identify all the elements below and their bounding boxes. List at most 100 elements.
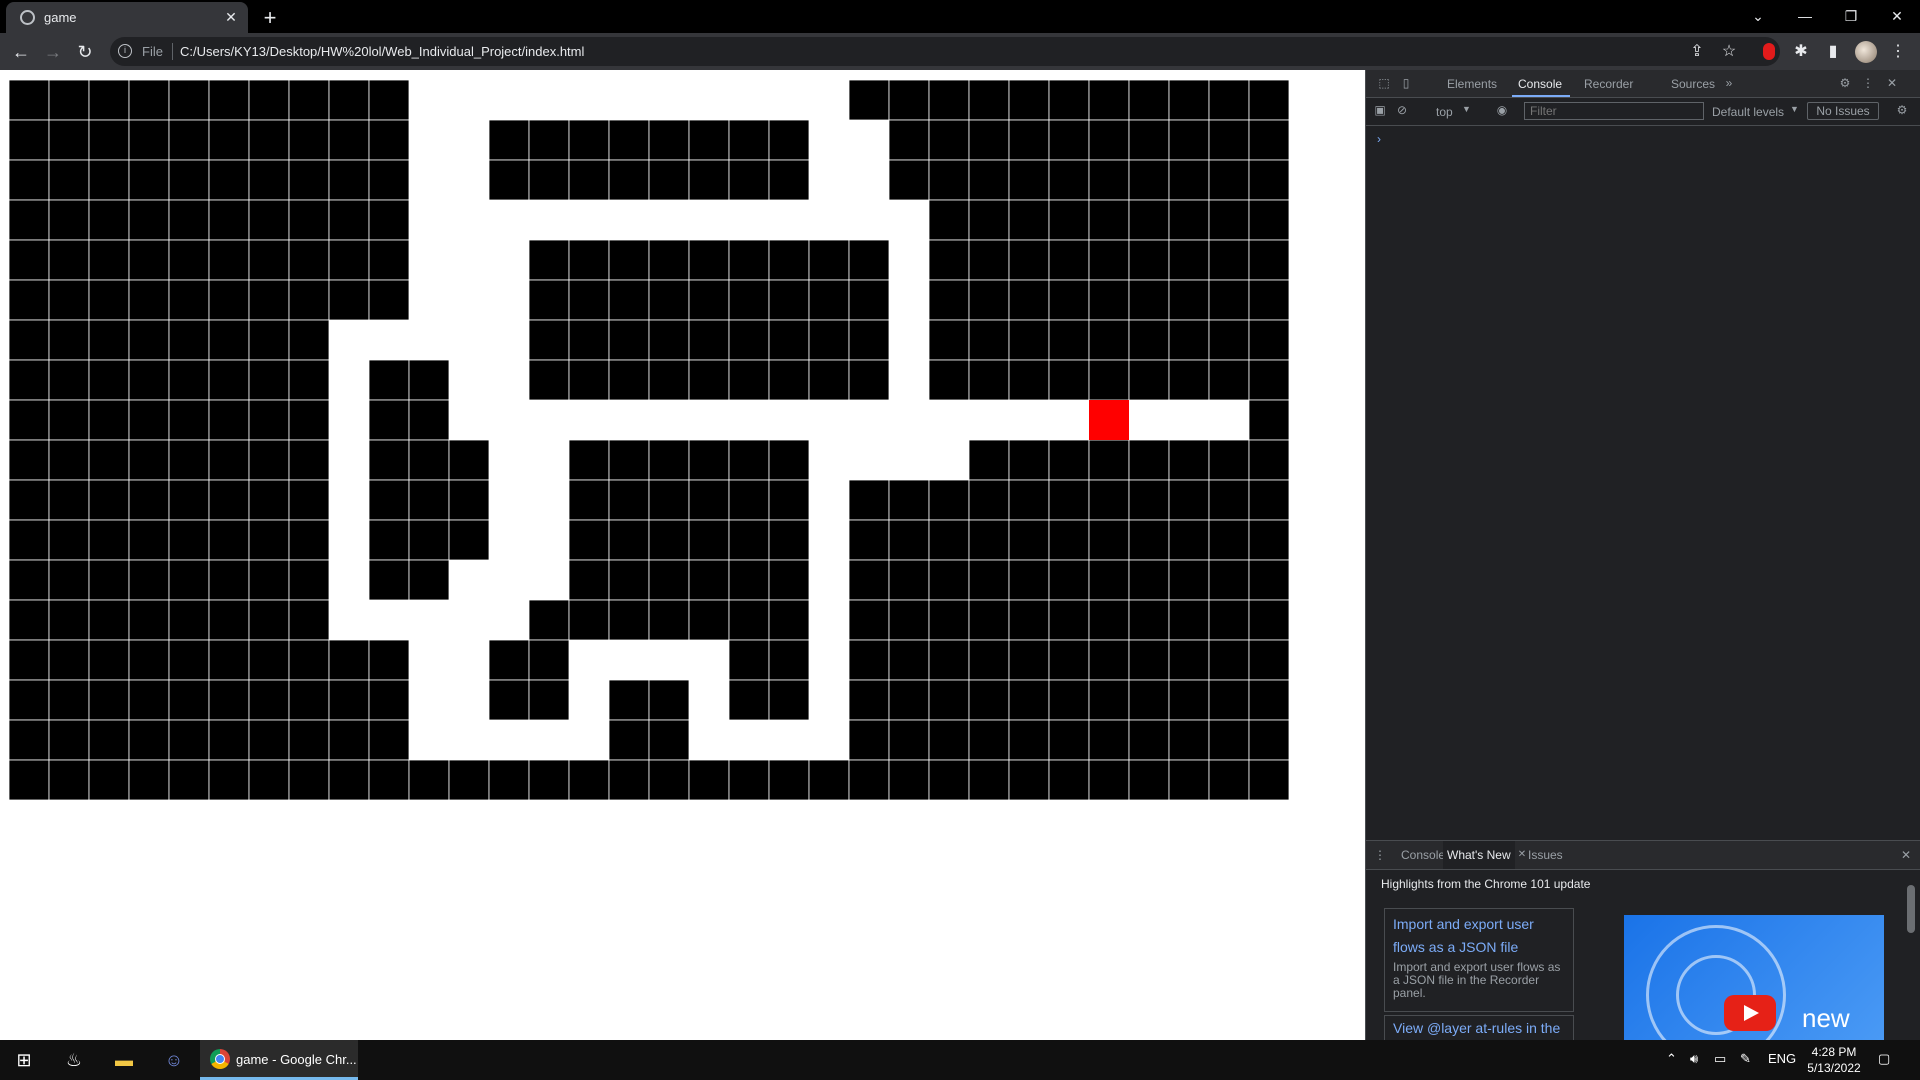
drawer-tab-whats-new[interactable]: What's New xyxy=(1443,841,1515,869)
browser-tab[interactable]: game ✕ xyxy=(6,2,248,33)
close-drawer-icon[interactable]: ✕ xyxy=(1898,847,1914,863)
feature-title[interactable]: Import and export user flows as a JSON f… xyxy=(1393,913,1565,959)
player-square[interactable] xyxy=(1089,400,1129,440)
tab-recorder[interactable]: Recorder xyxy=(1584,77,1633,91)
maze-wall-cell xyxy=(968,319,1010,361)
maze-wall-cell xyxy=(848,239,890,281)
drawer-tab-console[interactable]: Console xyxy=(1401,848,1445,862)
context-selector[interactable]: top xyxy=(1436,105,1453,119)
maze-wall-cell xyxy=(568,319,610,361)
volume-icon[interactable]: 🔊︎ xyxy=(1690,1051,1698,1067)
maze-wall-cell xyxy=(1168,319,1210,361)
maze-wall-cell xyxy=(9,119,50,161)
maze-path-cell xyxy=(529,560,569,600)
console-prompt[interactable]: › xyxy=(1377,132,1381,146)
tab-search-icon[interactable]: ⌄ xyxy=(1735,2,1781,30)
maze-wall-cell xyxy=(768,439,810,481)
maze-wall-cell xyxy=(248,319,290,361)
maze-path-cell xyxy=(769,720,809,760)
new-tab-button[interactable]: + xyxy=(256,5,284,33)
notifications-icon[interactable]: ▢ xyxy=(1878,1051,1890,1067)
tab-console[interactable]: Console xyxy=(1518,77,1562,91)
console-filter-bar: ▣ ⊘ top ▼ ◉ Default levels ▼ No Issues ⚙ xyxy=(1366,98,1920,126)
maze-wall-cell xyxy=(408,559,450,601)
clear-console-icon[interactable]: ⊘ xyxy=(1394,102,1410,118)
maze-wall-cell xyxy=(368,239,410,281)
close-tab-icon[interactable]: ✕ xyxy=(222,8,240,26)
maze-wall-cell xyxy=(128,199,170,241)
share-icon[interactable]: ⇪ xyxy=(1686,41,1708,63)
maze-wall-cell xyxy=(1048,759,1090,800)
maze-wall-cell xyxy=(368,199,410,241)
tab-strip: game ✕ + ⌄ — ❐ ✕ xyxy=(0,0,1920,33)
maze-wall-cell xyxy=(368,399,410,441)
tab-elements[interactable]: Elements xyxy=(1447,77,1497,91)
side-panel-icon[interactable]: ▮ xyxy=(1822,41,1844,63)
maze-path-cell xyxy=(929,440,969,480)
devtools-menu-icon[interactable]: ⋮ xyxy=(1860,75,1876,91)
drawer-tab-issues[interactable]: Issues xyxy=(1528,848,1563,862)
maze-wall-cell xyxy=(888,599,930,641)
feature-title[interactable]: View @layer at-rules in the xyxy=(1393,1020,1560,1036)
device-toolbar-icon[interactable]: ▯ xyxy=(1398,75,1414,91)
pen-icon[interactable]: ✎ xyxy=(1740,1051,1751,1067)
drawer-menu-icon[interactable]: ⋮ xyxy=(1372,847,1388,863)
video-thumbnail[interactable]: new xyxy=(1624,915,1884,1045)
maze-wall-cell xyxy=(248,80,290,121)
extensions-puzzle-icon[interactable]: ✱ xyxy=(1790,41,1812,63)
maze-wall-cell xyxy=(688,319,730,361)
file-explorer-icon[interactable]: ▬ xyxy=(110,1046,138,1074)
maze-wall-cell xyxy=(248,279,290,321)
menu-kebab-icon[interactable]: ⋮ xyxy=(1887,41,1909,63)
url-text[interactable]: C:/Users/KY13/Desktop/HW%20lol/Web_Indiv… xyxy=(180,44,584,59)
chevron-up-icon[interactable]: ⌃ xyxy=(1666,1051,1677,1067)
filter-input[interactable] xyxy=(1524,102,1704,120)
profile-avatar[interactable] xyxy=(1855,41,1877,63)
feature-card[interactable]: Import and export user flows as a JSON f… xyxy=(1384,908,1574,1012)
minimize-button[interactable]: — xyxy=(1782,2,1828,30)
bookmark-star-icon[interactable]: ☆ xyxy=(1718,41,1740,63)
scrollbar-thumb[interactable] xyxy=(1907,885,1915,933)
network-icon[interactable]: ▭ xyxy=(1714,1051,1726,1067)
close-devtools-icon[interactable]: ✕ xyxy=(1884,75,1900,91)
discord-icon[interactable]: ☺ xyxy=(160,1046,188,1074)
maze-wall-cell xyxy=(288,399,330,441)
page-viewport xyxy=(0,70,1365,1040)
steam-icon[interactable]: ♨ xyxy=(60,1046,88,1074)
maze-path-cell xyxy=(889,200,929,240)
maze-path-cell xyxy=(809,480,849,520)
address-bar[interactable]: i File C:/Users/KY13/Desktop/HW%20lol/We… xyxy=(110,37,1780,66)
language-indicator[interactable]: ENG xyxy=(1768,1051,1796,1066)
maze-path-cell xyxy=(409,280,449,320)
issues-counter[interactable]: No Issues xyxy=(1807,102,1879,120)
log-levels-dropdown[interactable]: Default levels xyxy=(1712,105,1784,119)
maze-path-cell xyxy=(689,200,729,240)
more-tabs-icon[interactable]: » xyxy=(1721,75,1737,91)
maze-board[interactable] xyxy=(9,80,1289,800)
maze-path-cell xyxy=(729,720,769,760)
sidebar-toggle-icon[interactable]: ▣ xyxy=(1372,102,1388,118)
youtube-play-icon[interactable] xyxy=(1724,995,1776,1031)
system-clock[interactable]: 4:28 PM 5/13/2022 xyxy=(1798,1044,1870,1076)
eye-icon[interactable]: ◉ xyxy=(1494,102,1510,118)
maze-wall-cell xyxy=(1048,319,1090,361)
tab-sources[interactable]: Sources xyxy=(1671,77,1715,91)
windows-start-icon[interactable]: ⊞ xyxy=(10,1046,38,1074)
forward-button[interactable]: → xyxy=(40,39,66,65)
restore-button[interactable]: ❐ xyxy=(1828,2,1874,30)
maze-wall-cell xyxy=(328,119,370,161)
console-settings-icon[interactable]: ⚙ xyxy=(1894,102,1910,118)
back-button[interactable]: ← xyxy=(8,39,34,65)
inspect-element-icon[interactable]: ⬚ xyxy=(1376,75,1392,91)
close-window-button[interactable]: ✕ xyxy=(1874,2,1920,30)
maze-wall-cell xyxy=(768,639,810,681)
extension-icon[interactable] xyxy=(1763,43,1775,60)
maze-wall-cell xyxy=(648,479,690,521)
taskbar-chrome-button[interactable]: game - Google Chr... xyxy=(200,1040,358,1080)
maze-wall-cell xyxy=(1248,279,1289,321)
chevron-down-icon: ▼ xyxy=(1790,104,1799,114)
reload-button[interactable]: ↻ xyxy=(72,39,98,65)
info-icon[interactable]: i xyxy=(118,44,132,58)
settings-gear-icon[interactable]: ⚙ xyxy=(1837,75,1853,91)
maze-wall-cell xyxy=(9,759,50,800)
